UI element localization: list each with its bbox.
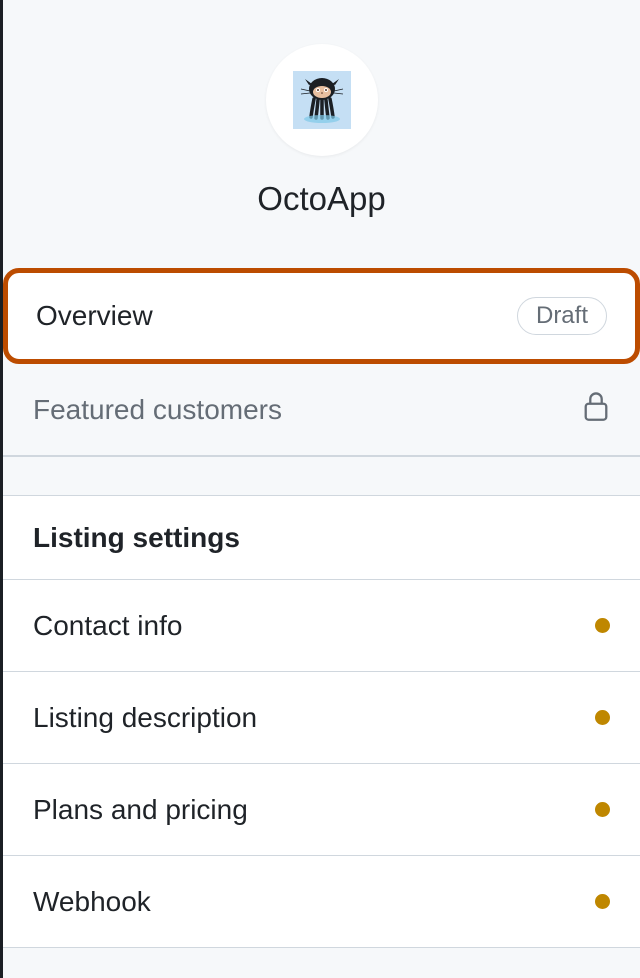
nav-item-listing-description[interactable]: Listing description (3, 672, 640, 764)
app-title: OctoApp (257, 180, 385, 218)
status-dot-icon (595, 894, 610, 909)
section-header-listing-settings: Listing settings (3, 496, 640, 580)
nav-item-label: Webhook (33, 886, 595, 918)
nav-item-label: Overview (36, 300, 517, 332)
status-dot-icon (595, 618, 610, 633)
navigation-menu: Overview Draft Featured customers Listin… (3, 268, 640, 948)
nav-item-label: Plans and pricing (33, 794, 595, 826)
nav-item-webhook[interactable]: Webhook (3, 856, 640, 948)
app-avatar (266, 44, 378, 156)
status-dot-icon (595, 710, 610, 725)
app-header: OctoApp (3, 0, 640, 268)
menu-spacer (3, 456, 640, 496)
lock-icon (582, 390, 610, 429)
nav-item-label: Featured customers (33, 394, 582, 426)
nav-item-contact-info[interactable]: Contact info (3, 580, 640, 672)
nav-item-overview[interactable]: Overview Draft (3, 268, 640, 364)
nav-item-featured-customers[interactable]: Featured customers (3, 364, 640, 456)
status-badge-draft: Draft (517, 297, 607, 335)
nav-item-plans-and-pricing[interactable]: Plans and pricing (3, 764, 640, 856)
octocat-icon (293, 71, 351, 129)
status-dot-icon (595, 802, 610, 817)
nav-item-label: Contact info (33, 610, 595, 642)
nav-item-label: Listing description (33, 702, 595, 734)
